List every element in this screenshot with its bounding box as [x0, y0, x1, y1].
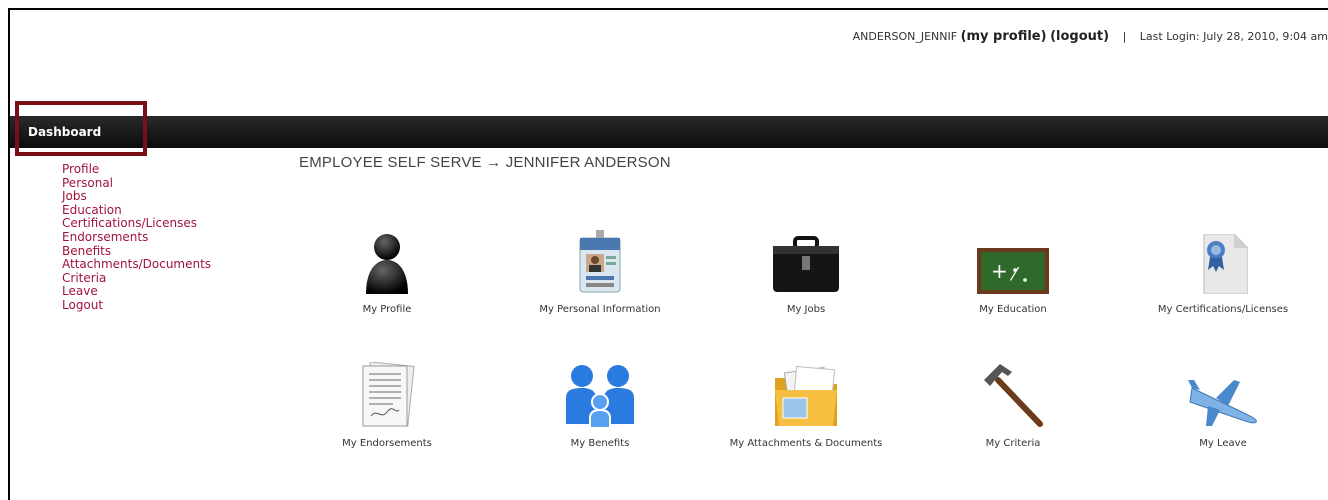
sidebar-item-leave[interactable]: Leave [62, 285, 262, 299]
tile-label: My Attachments & Documents [729, 438, 883, 449]
last-login: Last Login: July 28, 2010, 9:04 am [1139, 30, 1328, 43]
sidebar-item-benefits[interactable]: Benefits [62, 244, 262, 259]
page-title: EMPLOYEE SELF SERVE → JENNIFER ANDERSON [299, 154, 671, 171]
sidebar-item-criteria[interactable]: Criteria [62, 271, 262, 286]
tile-label: My Benefits [570, 438, 630, 449]
svg-text:+: + [991, 259, 1008, 283]
tile-label: My Certifications/Licenses [1157, 304, 1289, 315]
tile-my-education[interactable]: + ⁄ My Education [923, 224, 1103, 315]
folder-icon [716, 358, 896, 428]
tile-my-attachments-documents[interactable]: My Attachments & Documents [716, 358, 896, 449]
tile-my-endorsements[interactable]: My Endorsements [297, 358, 477, 449]
tile-label: My Criteria [985, 438, 1041, 449]
tile-label: My Jobs [786, 304, 826, 315]
sidebar-item-personal[interactable]: Personal [62, 176, 262, 191]
id-badge-icon [510, 224, 690, 294]
sidebar-item-jobs[interactable]: Jobs [62, 190, 262, 204]
tile-my-criteria[interactable]: My Criteria [923, 358, 1103, 449]
signed-documents-icon [297, 358, 477, 428]
tile-my-personal-information[interactable]: My Personal Information [510, 224, 690, 315]
tile-label: My Profile [362, 304, 412, 315]
user-info-bar: ANDERSON_JENNIF (my profile) (logout) | … [852, 29, 1328, 44]
sidebar-item-profile[interactable]: Profile [62, 162, 262, 177]
username: ANDERSON_JENNIF [852, 30, 958, 43]
my-profile-link[interactable]: my profile [967, 29, 1041, 44]
tile-my-leave[interactable]: My Leave [1133, 358, 1313, 449]
sidebar-item-education[interactable]: Education [62, 203, 262, 218]
tile-label: My Leave [1199, 438, 1247, 449]
tile-my-profile[interactable]: My Profile [297, 224, 477, 315]
sidebar-item-attachments[interactable]: Attachments/Documents [62, 258, 262, 272]
separator: | [1122, 30, 1127, 43]
tile-my-jobs[interactable]: My Jobs [716, 224, 896, 315]
tile-label: My Education [979, 304, 1047, 315]
person-silhouette-icon [297, 224, 477, 294]
briefcase-icon [716, 224, 896, 294]
tile-label: My Endorsements [342, 438, 432, 449]
dashboard-highlight-box [15, 101, 147, 156]
hammer-icon [923, 358, 1103, 428]
certificate-ribbon-icon [1133, 224, 1313, 294]
tile-label: My Personal Information [539, 304, 661, 315]
tile-my-benefits[interactable]: My Benefits [510, 358, 690, 449]
sidebar-item-logout[interactable]: Logout [62, 298, 262, 313]
sidebar-item-certifications[interactable]: Certifications/Licenses [62, 217, 262, 231]
main-navbar: Dashboard [10, 116, 1328, 148]
logout-link[interactable]: logout [1056, 29, 1103, 44]
airplane-icon [1133, 358, 1313, 428]
family-icon [510, 358, 690, 428]
chalkboard-icon: + ⁄ [923, 224, 1103, 294]
tile-my-certifications-licenses[interactable]: My Certifications/Licenses [1133, 224, 1313, 315]
sidebar-item-endorsements[interactable]: Endorsements [62, 230, 262, 245]
sidebar-nav: Profile Personal Jobs Education Certific… [62, 162, 262, 313]
